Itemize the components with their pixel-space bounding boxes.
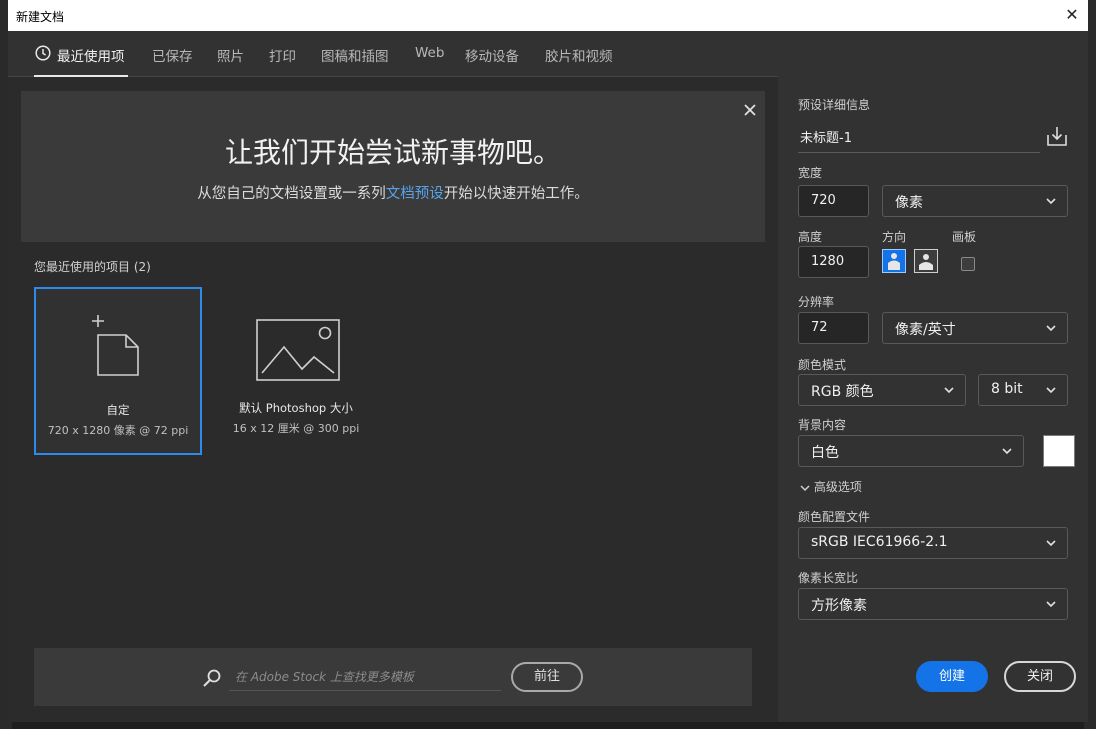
background-value: 白色 <box>811 445 839 461</box>
bit-depth-select[interactable]: 8 bit <box>978 374 1068 406</box>
preset-details-label: 预设详细信息 <box>798 98 871 112</box>
create-button[interactable]: 创建 <box>916 661 988 692</box>
artboard-label: 画板 <box>952 230 977 244</box>
chevron-down-icon <box>1002 448 1012 455</box>
tab-mobile[interactable]: 移动设备 <box>465 45 519 65</box>
chevron-down-icon <box>800 484 810 491</box>
recent-item-name: 默认 Photoshop 大小 <box>239 401 353 415</box>
stock-search-bar: 前往 <box>34 648 752 706</box>
tab-recent[interactable]: 最近使用项 <box>57 45 125 65</box>
color-mode-value: RGB 颜色 <box>811 384 874 400</box>
chevron-down-icon <box>1046 387 1056 394</box>
recent-item-desc: 16 x 12 厘米 @ 300 ppi <box>232 422 360 435</box>
width-unit-value: 像素 <box>895 195 923 211</box>
banner-sub-before: 从您自己的文档设置或一系列 <box>197 186 386 202</box>
tab-web[interactable]: Web <box>415 45 444 61</box>
window-title: 新建文档 <box>16 10 65 24</box>
advanced-options-toggle[interactable]: 高级选项 <box>800 478 862 495</box>
clock-icon <box>35 45 51 61</box>
new-document-icon <box>92 315 139 376</box>
go-button[interactable]: 前往 <box>511 662 583 692</box>
height-label: 高度 <box>798 230 823 244</box>
tab-print[interactable]: 打印 <box>269 45 296 65</box>
welcome-banner: 让我们开始尝试新事物吧。 从您自己的文档设置或一系列文档预设开始以快速开始工作。 <box>21 91 765 242</box>
image-placeholder-icon <box>256 319 340 381</box>
orientation-label: 方向 <box>882 230 907 244</box>
recent-item-photoshop-default[interactable]: 默认 Photoshop 大小 16 x 12 厘米 @ 300 ppi <box>212 287 380 455</box>
preset-details-pane: 预设详细信息 未标题-1 宽度 720 像素 高度 方向 画板 1280 分辨率… <box>778 31 1088 722</box>
chevron-down-icon <box>944 387 954 394</box>
chevron-down-icon <box>1046 601 1056 608</box>
chevron-down-icon <box>1046 198 1056 205</box>
resolution-unit-value: 像素/英寸 <box>895 322 956 338</box>
recent-item-custom[interactable]: 自定 720 x 1280 像素 @ 72 ppi <box>34 287 202 455</box>
new-document-dialog: 新建文档 ✕ 最近使用项 已保存 照片 打印 图稿和插图 Web 移动设备 胶片… <box>8 0 1088 722</box>
width-label: 宽度 <box>798 166 823 180</box>
preset-name-field[interactable]: 未标题-1 <box>798 121 1040 153</box>
presets-pane: 让我们开始尝试新事物吧。 从您自己的文档设置或一系列文档预设开始以快速开始工作。… <box>8 77 778 722</box>
resolution-label: 分辨率 <box>798 295 835 309</box>
width-input[interactable]: 720 <box>798 185 869 217</box>
document-presets-link[interactable]: 文档预设 <box>386 186 444 202</box>
resolution-input[interactable]: 72 <box>798 312 869 344</box>
save-preset-icon[interactable] <box>1046 125 1068 147</box>
stock-search-input[interactable] <box>229 663 501 691</box>
tab-film-video[interactable]: 胶片和视频 <box>545 45 613 65</box>
background-color-swatch[interactable] <box>1043 435 1075 467</box>
background-select[interactable]: 白色 <box>798 435 1024 467</box>
width-unit-select[interactable]: 像素 <box>882 185 1068 217</box>
bit-depth-value: 8 bit <box>991 381 1023 397</box>
banner-headline: 让我们开始尝试新事物吧。 <box>224 136 561 169</box>
recent-items-label: 您最近使用的项目 (2) <box>34 260 151 274</box>
search-icon <box>203 669 221 687</box>
color-profile-value: sRGB IEC61966-2.1 <box>811 534 948 550</box>
tab-saved[interactable]: 已保存 <box>152 45 193 65</box>
resolution-unit-select[interactable]: 像素/英寸 <box>882 312 1068 344</box>
recent-item-name: 自定 <box>106 403 130 417</box>
advanced-options-label: 高级选项 <box>813 480 862 494</box>
landscape-orientation-icon[interactable] <box>914 249 938 273</box>
chevron-down-icon <box>1046 325 1056 332</box>
banner-sub-after: 开始以快速开始工作。 <box>443 186 589 202</box>
color-profile-select[interactable]: sRGB IEC61966-2.1 <box>798 527 1068 559</box>
background-label: 背景内容 <box>798 418 847 432</box>
banner-close-icon[interactable] <box>741 101 759 119</box>
chevron-down-icon <box>1046 540 1056 547</box>
tab-art-illustration[interactable]: 图稿和插图 <box>321 45 389 65</box>
banner-subtitle: 从您自己的文档设置或一系列文档预设开始以快速开始工作。 <box>21 182 765 203</box>
height-input[interactable]: 1280 <box>798 246 869 278</box>
window-close-icon[interactable]: ✕ <box>1062 5 1082 25</box>
pixel-aspect-label: 像素长宽比 <box>798 571 859 585</box>
pixel-aspect-select[interactable]: 方形像素 <box>798 588 1068 620</box>
recent-item-desc: 720 x 1280 像素 @ 72 ppi <box>47 424 189 437</box>
color-mode-select[interactable]: RGB 颜色 <box>798 374 966 406</box>
color-mode-label: 颜色模式 <box>798 358 847 372</box>
pixel-aspect-value: 方形像素 <box>811 598 867 614</box>
title-bar: 新建文档 ✕ <box>8 0 1088 31</box>
category-tabs: 最近使用项 已保存 照片 打印 图稿和插图 Web 移动设备 胶片和视频 <box>8 31 778 77</box>
color-profile-label: 颜色配置文件 <box>798 510 871 524</box>
tab-photo[interactable]: 照片 <box>217 45 244 65</box>
close-button[interactable]: 关闭 <box>1004 661 1076 692</box>
artboard-checkbox[interactable] <box>961 257 975 271</box>
portrait-orientation-icon[interactable] <box>882 249 906 273</box>
